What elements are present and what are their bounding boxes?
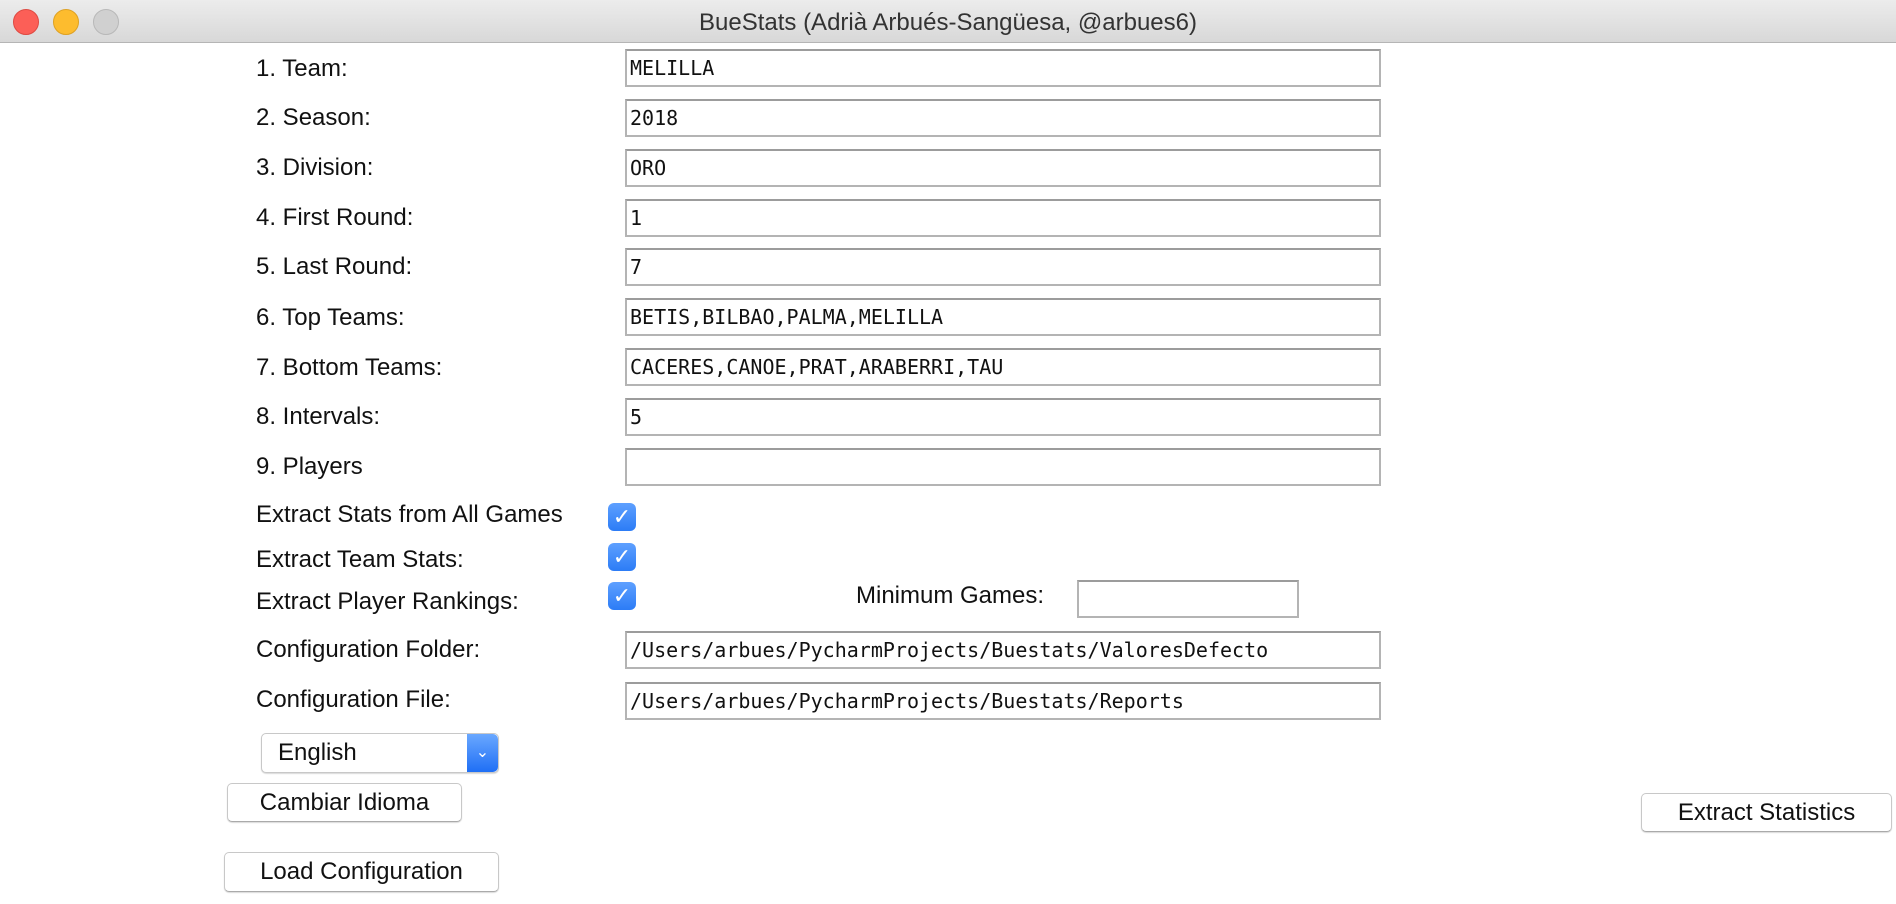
config-file-label: Configuration File: xyxy=(256,686,451,713)
checkmark-icon: ✓ xyxy=(612,544,632,569)
title-bar: BueStats (Adrià Arbués-Sangüesa, @arbues… xyxy=(0,0,1896,43)
top-teams-label: 6. Top Teams: xyxy=(256,304,405,331)
players-input[interactable] xyxy=(625,448,1381,486)
chevron-down-icon: ⌄ xyxy=(467,734,498,772)
language-select[interactable]: English ⌄ xyxy=(261,733,499,773)
change-language-button[interactable]: Cambiar Idioma xyxy=(227,783,462,822)
team-input[interactable]: MELILLA xyxy=(625,49,1381,87)
language-selected: English xyxy=(278,739,357,766)
division-label: 3. Division: xyxy=(256,154,374,181)
intervals-input[interactable]: 5 xyxy=(625,398,1381,436)
last-round-input[interactable]: 7 xyxy=(625,248,1381,286)
extract-statistics-button[interactable]: Extract Statistics xyxy=(1641,793,1892,832)
checkmark-icon: ✓ xyxy=(612,583,632,608)
team-stats-checkbox[interactable]: ✓ xyxy=(608,543,636,571)
first-round-input[interactable]: 1 xyxy=(625,199,1381,237)
player-rankings-checkbox[interactable]: ✓ xyxy=(608,582,636,610)
config-folder-label: Configuration Folder: xyxy=(256,636,481,663)
intervals-label: 8. Intervals: xyxy=(256,403,381,430)
minimum-games-label: Minimum Games: xyxy=(856,582,1045,609)
bottom-teams-label: 7. Bottom Teams: xyxy=(256,354,443,381)
bottom-teams-input[interactable]: CACERES,CANOE,PRAT,ARABERRI,TAU xyxy=(625,348,1381,386)
window-title: BueStats (Adrià Arbués-Sangüesa, @arbues… xyxy=(699,9,1197,36)
all-games-label: Extract Stats from All Games xyxy=(256,501,563,528)
player-rankings-label: Extract Player Rankings: xyxy=(256,588,519,615)
first-round-label: 4. First Round: xyxy=(256,204,414,231)
season-input[interactable]: 2018 xyxy=(625,99,1381,137)
minimum-games-input[interactable] xyxy=(1077,580,1299,618)
top-teams-input[interactable]: BETIS,BILBAO,PALMA,MELILLA xyxy=(625,298,1381,336)
config-folder-input[interactable]: /Users/arbues/PycharmProjects/Buestats/V… xyxy=(625,631,1381,669)
players-label: 9. Players xyxy=(256,453,363,480)
config-file-input[interactable]: /Users/arbues/PycharmProjects/Buestats/R… xyxy=(625,682,1381,720)
division-input[interactable]: ORO xyxy=(625,149,1381,187)
all-games-checkbox[interactable]: ✓ xyxy=(608,503,636,531)
last-round-label: 5. Last Round: xyxy=(256,253,413,280)
checkmark-icon: ✓ xyxy=(612,504,632,529)
season-label: 2. Season: xyxy=(256,104,371,131)
team-stats-label: Extract Team Stats: xyxy=(256,546,464,573)
load-configuration-button[interactable]: Load Configuration xyxy=(224,852,499,892)
team-label: 1. Team: xyxy=(256,55,348,82)
